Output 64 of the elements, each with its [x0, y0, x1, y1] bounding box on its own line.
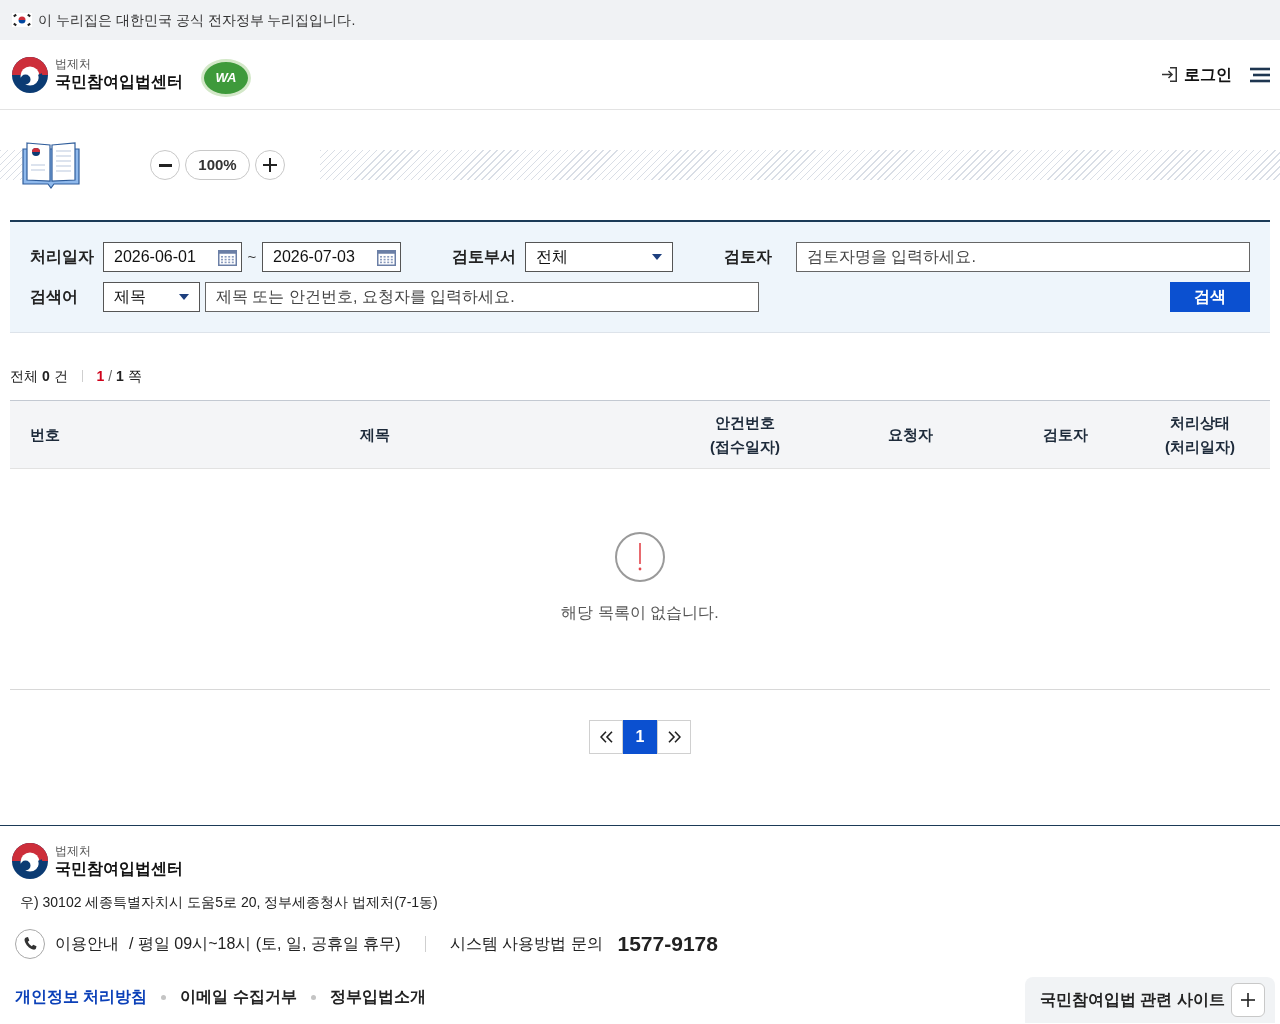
caret-icon: [179, 294, 189, 300]
agency-name: 법제처: [55, 57, 91, 72]
exclamation-circle-icon: [615, 532, 665, 582]
phone-number: 1577-9178: [617, 931, 718, 958]
reviewer-field[interactable]: 검토자명을 입력하세요.: [796, 242, 1250, 272]
double-chevron-left-icon: [599, 731, 613, 743]
plus-icon: [1241, 993, 1255, 1007]
end-date-field[interactable]: 2026-07-03: [262, 242, 401, 272]
column-header: 요청자: [887, 424, 933, 445]
keyword-field[interactable]: 제목 또는 안건번호, 요청자를 입력하세요.: [205, 282, 759, 312]
login-button[interactable]: 로그인: [1162, 62, 1232, 87]
page-count: 1 / 1 쪽: [96, 366, 142, 386]
column-header: 번호: [30, 424, 60, 445]
separator-dot-icon: [310, 994, 316, 1000]
menu-button[interactable]: [1250, 66, 1270, 83]
field-label: 검색어: [30, 287, 79, 307]
empty-message: 해당 목록이 없습니다.: [561, 603, 719, 623]
double-chevron-right-icon: [667, 731, 681, 743]
phone-icon: [15, 929, 45, 959]
separator-dot-icon: [161, 994, 167, 1000]
inquiry-label: 시스템 사용방법 문의: [449, 934, 603, 954]
hatch-pattern: [0, 150, 22, 180]
search-type-select[interactable]: 제목: [103, 282, 200, 312]
column-header: 안건번호 (접수일자): [710, 412, 780, 457]
minus-icon: [158, 163, 172, 167]
hours-label: 이용안내: [55, 934, 119, 954]
gov-banner-text: 이 누리집은 대한민국 공식 전자정부 누리집입니다.: [38, 10, 356, 30]
plus-icon: [263, 158, 277, 172]
search-button[interactable]: 검색: [1170, 282, 1250, 312]
site-name: 국민참여입법센터: [55, 72, 183, 92]
department-select[interactable]: 전체: [525, 242, 673, 272]
column-header: 처리상태 (처리일자): [1165, 412, 1235, 457]
footer-link[interactable]: 개인정보 처리방침: [15, 985, 148, 1009]
flag-icon: [12, 13, 32, 27]
page-number-button[interactable]: 1: [623, 720, 657, 754]
address-text: 우) 30102 세종특별자치시 도움5로 20, 정부세종청사 법제처(7-1동): [20, 893, 438, 912]
site-name: 국민참여입법센터: [55, 858, 183, 879]
certification-seal: WA: [201, 58, 251, 97]
field-label: 검토부서: [452, 247, 517, 267]
caret-icon: [652, 254, 662, 260]
menu-icon: [1250, 66, 1270, 83]
emblem-icon: [12, 843, 48, 879]
open-book-icon: [22, 141, 80, 189]
calendar-icon[interactable]: [377, 248, 396, 266]
zoom-out-button[interactable]: [150, 150, 180, 180]
last-page-button[interactable]: [657, 720, 691, 754]
footer-link[interactable]: 이메일 수집거부: [180, 985, 297, 1009]
range-separator: ~: [246, 246, 258, 267]
agency-name: 법제처: [55, 843, 91, 859]
total-count: 전체 0 건: [10, 366, 68, 386]
field-label: 검토자: [724, 247, 773, 267]
column-header: 검토자: [1042, 424, 1088, 445]
calendar-icon[interactable]: [218, 248, 237, 266]
login-icon: [1162, 67, 1177, 82]
hours-text: / 평일 09시~18시 (토, 일, 공휴일 휴무): [129, 934, 401, 954]
start-date-field[interactable]: 2026-06-01: [103, 242, 242, 272]
field-label: 처리일자: [30, 247, 95, 267]
zoom-in-button[interactable]: [255, 150, 285, 180]
expand-button[interactable]: [1231, 983, 1265, 1017]
first-page-button[interactable]: [589, 720, 623, 754]
footer-link[interactable]: 정부입법소개: [329, 985, 426, 1009]
column-header: 제목: [360, 424, 390, 445]
related-sites-label: 국민참여입법 관련 사이트: [1040, 990, 1225, 1010]
emblem-icon: [12, 56, 48, 93]
